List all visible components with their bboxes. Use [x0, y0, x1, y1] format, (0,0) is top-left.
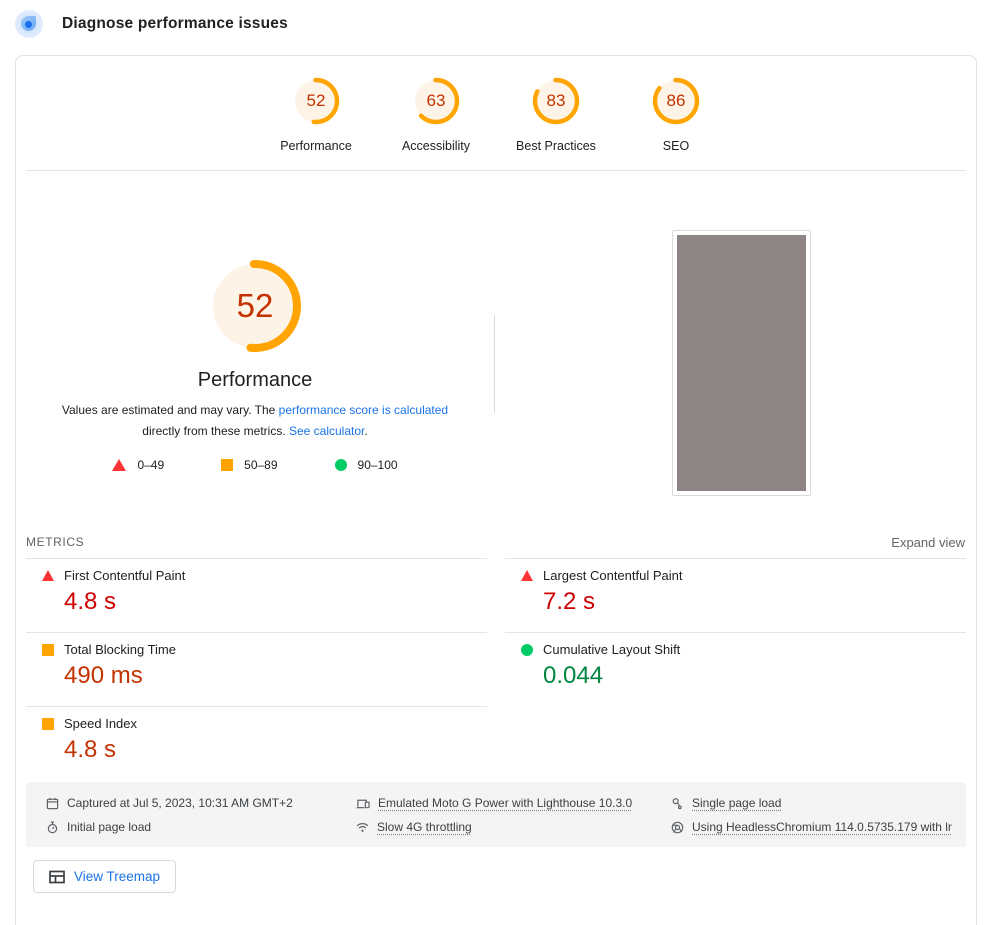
- metrics-header: METRICS Expand view: [16, 526, 976, 558]
- runtime-column-2: Emulated Moto G Power with Lighthouse 10…: [356, 791, 671, 839]
- legend-pass: 90–100: [335, 458, 398, 472]
- fail-triangle-icon: [42, 570, 54, 581]
- browser-info: Using HeadlessChromium 114.0.5735.179 wi…: [671, 815, 966, 839]
- performance-insights-icon: [15, 10, 43, 38]
- navigation-mode: Single page load: [671, 791, 966, 815]
- devices-icon: [356, 797, 370, 810]
- average-square-icon: [42, 718, 54, 730]
- emulated-device: Emulated Moto G Power with Lighthouse 10…: [356, 791, 671, 815]
- performance-gauge: 52: [292, 77, 340, 125]
- category-best-practices[interactable]: 83 Best Practices: [511, 77, 601, 170]
- seo-gauge: 86: [652, 77, 700, 125]
- page-title: Diagnose performance issues: [62, 15, 288, 33]
- pass-circle-icon: [521, 644, 533, 656]
- score-legend: 0–49 50–89 90–100: [16, 458, 494, 472]
- metric-name: Largest Contentful Paint: [543, 568, 682, 583]
- view-treemap-button[interactable]: View Treemap: [33, 860, 176, 893]
- calendar-icon: [46, 797, 59, 810]
- stopwatch-icon: [46, 821, 59, 834]
- capture-time: Captured at Jul 5, 2023, 10:31 AM GMT+2: [46, 791, 356, 815]
- legend-fail-range: 0–49: [137, 458, 164, 472]
- metric-total-blocking-time: Total Blocking Time 490 ms: [26, 632, 487, 706]
- page-load-text: Initial page load: [67, 820, 151, 834]
- average-square-icon: [42, 644, 54, 656]
- metric-name: Cumulative Layout Shift: [543, 642, 680, 657]
- expand-view-toggle[interactable]: Expand view: [891, 535, 965, 550]
- metric-first-contentful-paint: First Contentful Paint 4.8 s: [26, 558, 487, 632]
- best-practices-label: Best Practices: [511, 139, 601, 153]
- final-screenshot-frame: [672, 230, 811, 496]
- capture-time-text: Captured at Jul 5, 2023, 10:31 AM GMT+2: [67, 796, 293, 810]
- runtime-settings-bar: Captured at Jul 5, 2023, 10:31 AM GMT+2 …: [26, 782, 966, 847]
- score-disclaimer: Values are estimated and may vary. The p…: [53, 400, 457, 442]
- disclaimer-text-3: .: [364, 424, 367, 438]
- category-performance[interactable]: 52 Performance: [271, 77, 361, 170]
- performance-label: Performance: [271, 139, 361, 153]
- view-treemap-label: View Treemap: [74, 869, 160, 884]
- metric-value: 0.044: [543, 662, 966, 690]
- runtime-column-1: Captured at Jul 5, 2023, 10:31 AM GMT+2 …: [46, 791, 356, 839]
- disclaimer-text-1: Values are estimated and may vary. The: [62, 403, 279, 417]
- metric-name: Total Blocking Time: [64, 642, 176, 657]
- legend-average: 50–89: [221, 458, 277, 472]
- page-header: Diagnose performance issues: [15, 10, 288, 38]
- score-calculation-link[interactable]: performance score is calculated: [279, 403, 448, 417]
- see-calculator-link[interactable]: See calculator: [289, 424, 364, 438]
- performance-summary-left: 52 Performance Values are estimated and …: [16, 171, 494, 472]
- metric-value: 4.8 s: [64, 736, 487, 764]
- best-practices-gauge: 83: [532, 77, 580, 125]
- lighthouse-report-card: 52 Performance 63 Accessibility 83 Best …: [15, 55, 977, 925]
- best-practices-score: 83: [532, 77, 580, 125]
- fail-triangle-icon: [521, 570, 533, 581]
- summary-vertical-divider: [494, 315, 495, 413]
- metric-largest-contentful-paint: Largest Contentful Paint 7.2 s: [505, 558, 966, 632]
- seo-label: SEO: [631, 139, 721, 153]
- chromium-icon: [671, 821, 684, 834]
- performance-big-score: 52: [207, 258, 303, 354]
- treemap-icon: [49, 870, 65, 884]
- metrics-column-right: Largest Contentful Paint 7.2 s Cumulativ…: [505, 558, 966, 780]
- fail-triangle-icon: [112, 459, 126, 471]
- pass-circle-icon: [335, 459, 347, 471]
- metric-speed-index: Speed Index 4.8 s: [26, 706, 487, 780]
- performance-score: 52: [292, 77, 340, 125]
- throttling-setting: Slow 4G throttling: [356, 815, 671, 839]
- metrics-column-left: First Contentful Paint 4.8 s Total Block…: [26, 558, 487, 780]
- navigation-mode-text: Single page load: [692, 796, 781, 810]
- metric-value: 490 ms: [64, 662, 487, 690]
- category-scores-row: 52 Performance 63 Accessibility 83 Best …: [16, 56, 976, 170]
- metrics-heading: METRICS: [26, 535, 84, 549]
- accessibility-label: Accessibility: [391, 139, 481, 153]
- single-page-load-icon: [671, 797, 684, 810]
- emulated-device-text: Emulated Moto G Power with Lighthouse 10…: [378, 796, 632, 810]
- seo-score: 86: [652, 77, 700, 125]
- throttling-text: Slow 4G throttling: [377, 820, 472, 834]
- metric-value: 4.8 s: [64, 588, 487, 616]
- accessibility-gauge: 63: [412, 77, 460, 125]
- legend-average-range: 50–89: [244, 458, 277, 472]
- legend-pass-range: 90–100: [358, 458, 398, 472]
- metric-name: Speed Index: [64, 716, 137, 731]
- performance-big-label: Performance: [16, 369, 494, 392]
- category-seo[interactable]: 86 SEO: [631, 77, 721, 170]
- legend-fail: 0–49: [112, 458, 164, 472]
- performance-big-gauge: 52: [207, 258, 303, 354]
- disclaimer-text-2: directly from these metrics.: [142, 424, 289, 438]
- metrics-grid: First Contentful Paint 4.8 s Total Block…: [16, 558, 976, 780]
- final-screenshot-thumbnail: [677, 235, 806, 491]
- category-accessibility[interactable]: 63 Accessibility: [391, 77, 481, 170]
- performance-summary: 52 Performance Values are estimated and …: [16, 171, 976, 526]
- runtime-column-3: Single page load Using HeadlessChromium …: [671, 791, 966, 839]
- metric-cumulative-layout-shift: Cumulative Layout Shift 0.044: [505, 632, 966, 706]
- wifi-icon: [356, 821, 369, 834]
- browser-info-text: Using HeadlessChromium 114.0.5735.179 wi…: [692, 820, 952, 834]
- page-load-type: Initial page load: [46, 815, 356, 839]
- metric-name: First Contentful Paint: [64, 568, 185, 583]
- average-square-icon: [221, 459, 233, 471]
- accessibility-score: 63: [412, 77, 460, 125]
- screenshot-column: [672, 230, 811, 496]
- metric-value: 7.2 s: [543, 588, 966, 616]
